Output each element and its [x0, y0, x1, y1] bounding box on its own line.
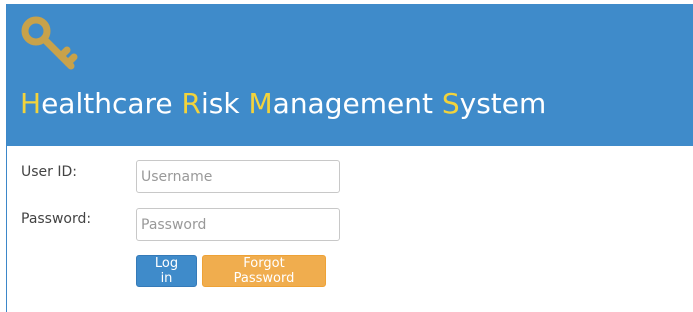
page: Healthcare Risk Management System User I… — [0, 0, 693, 312]
password-label: Password: — [21, 211, 92, 227]
title-word-1: Healthcare — [20, 87, 182, 120]
title-word-3: Management — [248, 87, 442, 120]
password-input[interactable] — [136, 208, 340, 241]
username-input[interactable] — [136, 160, 340, 193]
title-word-2: Risk — [181, 87, 249, 120]
app-header: Healthcare Risk Management System — [7, 4, 693, 146]
login-button[interactable]: Log in — [136, 255, 197, 287]
page-title: Healthcare Risk Management System — [20, 87, 546, 120]
title-word-4: System — [441, 87, 547, 120]
key-icon — [21, 16, 78, 70]
user-id-label: User ID: — [21, 164, 77, 180]
forgot-password-button[interactable]: Forgot Password — [202, 255, 326, 287]
login-form: User ID: Password: Log in Forgot Passwor… — [7, 146, 693, 312]
login-panel: Healthcare Risk Management System User I… — [6, 4, 693, 312]
